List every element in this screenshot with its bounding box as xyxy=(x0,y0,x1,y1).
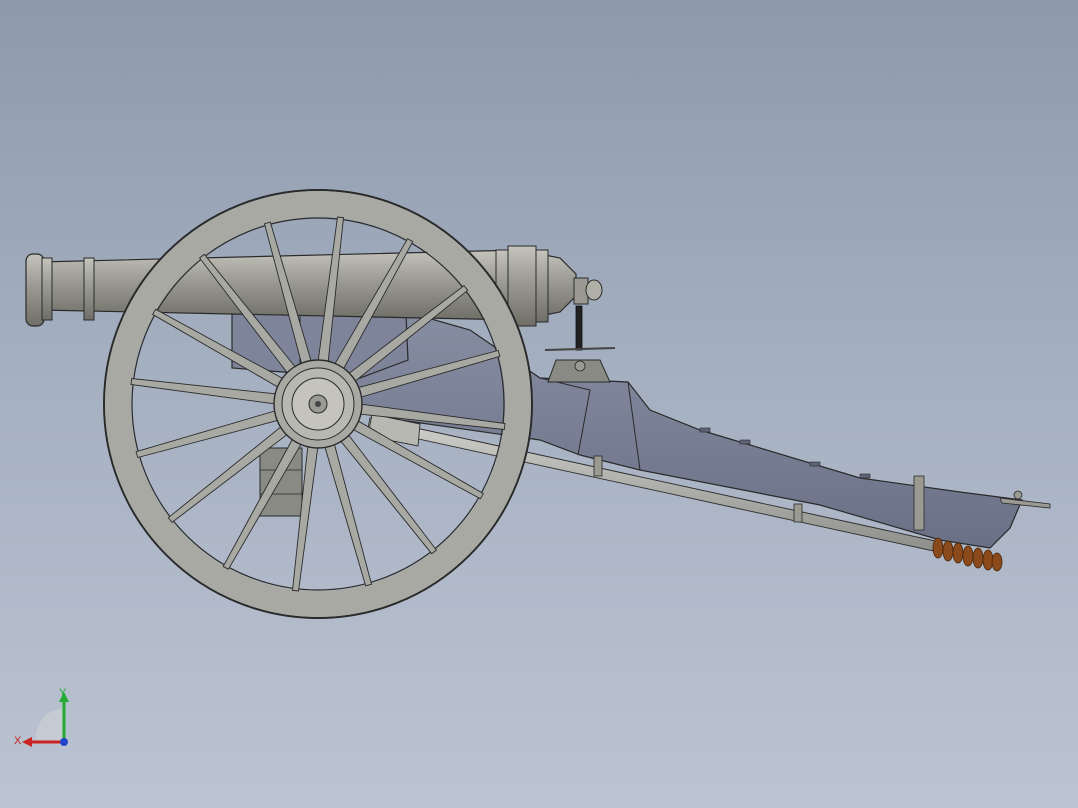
cannon-model[interactable] xyxy=(0,0,1078,808)
elevating-screw xyxy=(544,305,616,383)
cannon-barrel xyxy=(25,245,603,327)
y-axis-label: Y xyxy=(59,687,67,699)
z-axis-dot xyxy=(60,738,68,746)
wheel-spoke xyxy=(130,378,280,405)
cad-viewport[interactable]: Y X xyxy=(0,0,1078,808)
x-axis-label: X xyxy=(14,735,22,747)
coordinate-triad: Y X xyxy=(14,687,69,747)
